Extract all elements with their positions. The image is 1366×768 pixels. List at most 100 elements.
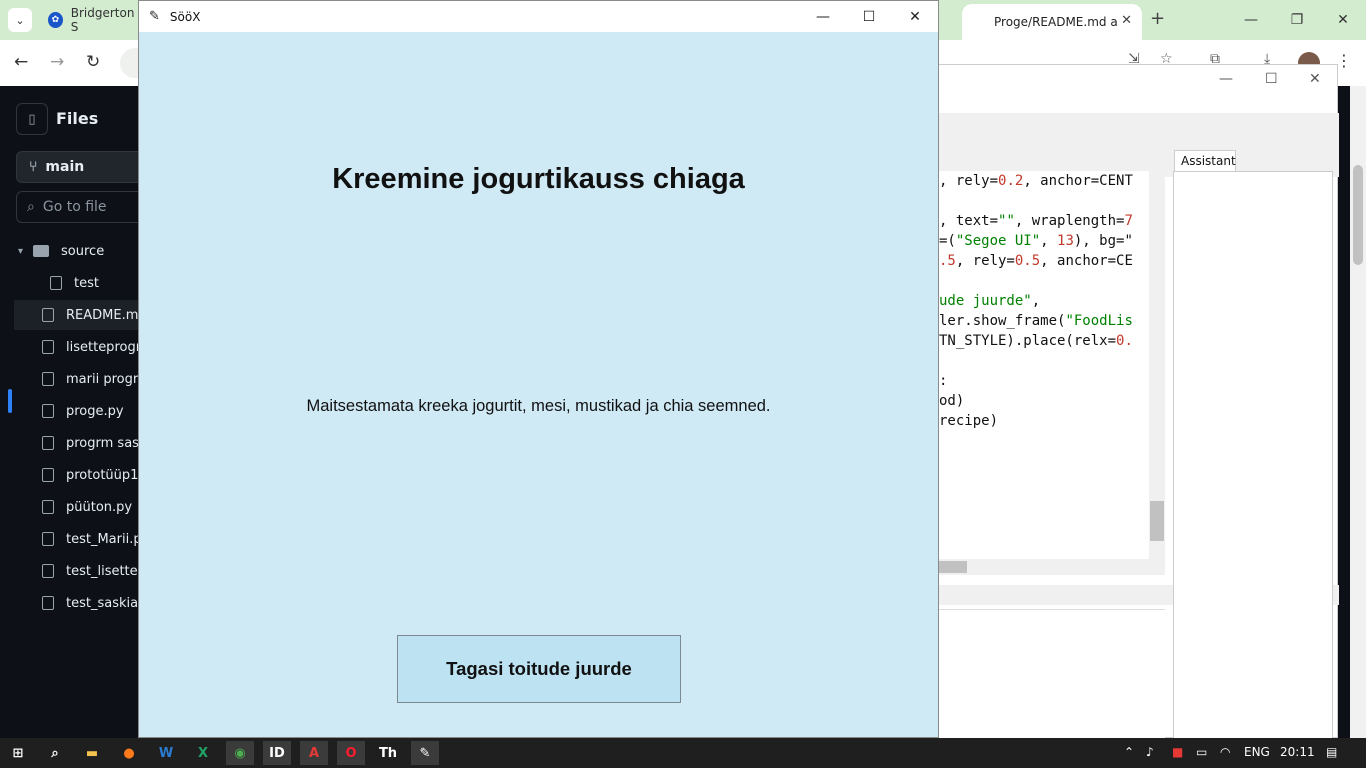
recipe-title: Kreemine jogurtikauss chiaga [332,163,745,195]
search-icon[interactable]: ⌕ [41,741,69,765]
word-icon[interactable]: W [152,741,180,765]
file-icon [42,372,54,386]
tab-assistant[interactable]: Assistant ✕ [1174,150,1236,182]
code-area[interactable]: , rely=0.2, anchor=CENT , text="", wrapl… [939,171,1149,561]
firefox-icon[interactable]: ● [115,741,143,765]
forward-arrow-icon[interactable]: → [50,52,64,72]
notifications-icon[interactable]: ▤ [1326,745,1337,759]
tree-file[interactable]: püüton.py [0,492,140,522]
git-branch-icon: ⑂ [29,159,38,175]
file-icon [42,340,54,354]
code-line: , text="", wraplength=7 [939,213,1133,229]
feather-icon[interactable]: ✎ [411,741,439,765]
new-tab-button[interactable]: + [1150,8,1165,29]
code-line: ude juurde", [939,293,1041,309]
file-icon [50,276,62,290]
security-icon[interactable]: ■ [1172,745,1183,759]
maximize-icon[interactable]: ☐ [846,1,892,32]
battery-icon[interactable]: ▭ [1196,745,1207,759]
file-label: test_saskia.p [66,595,140,611]
browser-tab-2[interactable]: Proge/README.md a ✕ [962,4,1142,40]
sidebar-title: Files [56,109,99,128]
close-tab-icon[interactable]: ✕ [1121,13,1132,28]
tree-file[interactable]: test_lisettel. [0,556,140,586]
code-line: : [939,373,948,389]
restore-icon[interactable]: ❐ [1274,0,1320,40]
collapse-panel-icon[interactable]: ▯ [16,103,48,135]
code-line: ler.show_frame("FoodLis [939,313,1133,329]
app-icon[interactable]: ID [263,741,291,765]
tree-file[interactable]: test [0,268,140,298]
maximize-icon[interactable]: ☐ [1265,71,1278,87]
tab-search-button[interactable]: ⌄ [8,8,32,32]
opera-icon[interactable]: O [337,741,365,765]
volume-icon[interactable]: ♪ [1146,745,1154,759]
file-icon [42,404,54,418]
chrome-icon[interactable]: ◉ [226,741,254,765]
tab-title: Bridgerton S [70,6,135,34]
github-file-sidebar: ▯ Files ⑂ main ⌕ Go to file ▾ source tes… [0,87,156,738]
tree-file[interactable]: lisetteprogra [0,332,140,362]
file-label: marii progra [66,371,140,387]
tree-folder-source[interactable]: ▾ source [0,236,140,266]
file-label: test [74,275,99,291]
folder-label: source [61,243,105,259]
close-icon[interactable]: ✕ [1320,0,1366,40]
reload-icon[interactable]: ↻ [86,52,100,72]
back-arrow-icon[interactable]: ← [14,52,28,72]
tree-file[interactable]: test_saskia.p [0,588,140,618]
search-icon: ⌕ [27,199,35,215]
code-line: recipe) [939,413,999,429]
close-icon[interactable]: ✕ [1309,71,1321,87]
tree-file[interactable]: test_Marii.py [0,524,140,554]
tree-file[interactable]: marii progra [0,364,140,394]
file-label: test_Marii.py [66,531,140,547]
horizontal-scrollbar[interactable] [939,559,1165,575]
clock[interactable]: 20:11 [1280,745,1315,759]
scroll-thumb[interactable] [939,561,967,573]
acrobat-icon[interactable]: A [300,741,328,765]
browser-menu-icon[interactable]: ⋮ [1336,51,1352,70]
windows-taskbar: ⊞ ⌕ ▬ ● W X ◉ ID A O Th ✎ ⌃ ♪ ■ ▭ ◠ ENG … [0,738,1366,768]
scroll-thumb[interactable] [1150,501,1164,541]
file-label: prototüüp1. [66,467,140,483]
excel-icon[interactable]: X [189,741,217,765]
chevron-down-icon: ⌄ [15,13,25,27]
windows-start-icon[interactable]: ⊞ [4,741,32,765]
app-window-controls: — ☐ ✕ [800,1,938,32]
language-indicator[interactable]: ENG [1244,745,1270,759]
file-label: püüton.py [66,499,133,515]
tree-file-selected[interactable]: README.md [14,300,140,330]
back-to-foods-button[interactable]: Tagasi toitude juurde [397,635,681,703]
tree-file[interactable]: prototüüp1. [0,460,140,490]
file-icon [42,436,54,450]
code-line: .5, rely=0.5, anchor=CE [939,253,1133,269]
file-explorer-icon[interactable]: ▬ [78,741,106,765]
branch-selector[interactable]: ⑂ main [16,151,156,183]
tree-file[interactable]: progrm sask [0,428,140,458]
close-icon[interactable]: ✕ [892,1,938,32]
chevron-up-icon[interactable]: ⌃ [1124,745,1134,759]
thonny-icon[interactable]: Th [374,741,402,765]
shell-pane[interactable] [939,609,1165,739]
file-icon [42,532,54,546]
folder-icon [33,245,50,257]
app-titlebar: ✎ SööX — ☐ ✕ [139,1,938,32]
minimize-icon[interactable]: — [1228,0,1274,40]
browser-tab-1[interactable]: ✿ Bridgerton S [40,4,140,36]
recipe-description: Maitsestamata kreeka jogurtit, mesi, mus… [306,397,771,415]
minimize-icon[interactable]: — [1219,71,1233,87]
file-icon [42,308,54,322]
page-scroll-thumb[interactable] [1353,165,1363,265]
file-label: proge.py [66,403,124,419]
go-to-file-input[interactable]: ⌕ Go to file [16,191,156,223]
minimize-icon[interactable]: — [800,1,846,32]
tree-file[interactable]: proge.py [0,396,140,426]
wifi-icon[interactable]: ◠ [1220,745,1230,759]
file-icon [42,468,54,482]
file-label: README.md [66,307,140,323]
code-line: od) [939,393,965,409]
code-line: , rely=0.2, anchor=CENT [939,173,1133,189]
assistant-pane [1173,171,1333,739]
